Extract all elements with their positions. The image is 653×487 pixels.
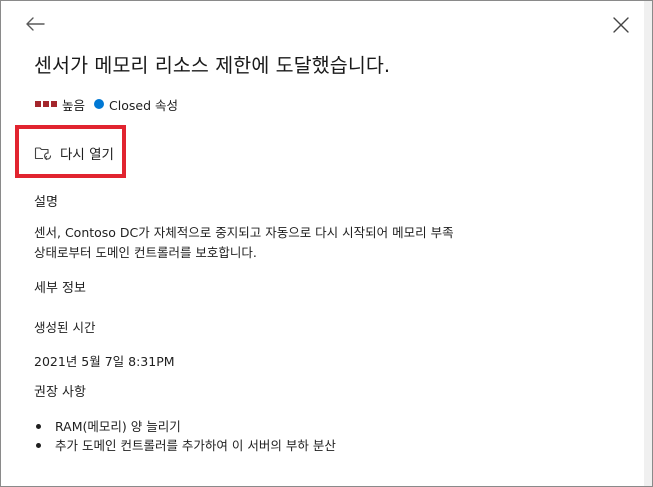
list-item: 추가 도메인 컨트롤러를 추가하여 이 서버의 부하 분산 [34,436,336,455]
list-item: RAM(메모리) 양 늘리기 [34,417,336,436]
back-button[interactable] [22,11,48,37]
created-time-value: 2021년 5월 7일 8:31PM [34,354,175,369]
description-text: 센서, Contoso DC가 자체적으로 중지되고 자동으로 다시 시작되어 … [34,223,454,263]
bullet-icon [36,443,41,448]
description-line: 센서, Contoso DC가 자체적으로 중지되고 자동으로 다시 시작되어 … [34,225,454,240]
severity-high-icon [35,101,57,107]
folder-reopen-icon [34,145,52,161]
alert-status-row: 높음 Closed 속성 [35,96,178,113]
recommendation-text: 추가 도메인 컨트롤러를 추가하여 이 서버의 부하 분산 [55,438,336,453]
reopen-label: 다시 열기 [60,147,114,163]
status-dot-icon [94,99,105,109]
close-icon [612,16,630,34]
alert-detail-panel: 센서가 메모리 리소스 제한에 도달했습니다. 높음 Closed 속성 다시 … [0,0,653,487]
details-heading: 세부 정보 [34,281,86,296]
scrollbar[interactable] [644,1,652,486]
recommendations-list: RAM(메모리) 양 늘리기 추가 도메인 컨트롤러를 추가하여 이 서버의 부… [34,417,336,455]
reopen-button[interactable]: 다시 열기 [34,142,114,164]
bullet-icon [36,424,41,429]
severity-label: 높음 [62,97,86,113]
alert-title: 센서가 메모리 리소스 제한에 도달했습니다. [34,54,391,77]
recommendations-heading: 권장 사항 [34,385,86,400]
close-button[interactable] [606,11,636,39]
description-line: 상태로부터 도메인 컨트롤러를 보호합니다. [34,245,257,260]
created-time-label: 생성된 시간 [34,320,96,335]
arrow-left-icon [25,16,45,32]
description-heading: 설명 [34,195,58,210]
status-label: Closed 속성 [109,97,178,113]
recommendation-text: RAM(메모리) 양 늘리기 [55,419,181,434]
